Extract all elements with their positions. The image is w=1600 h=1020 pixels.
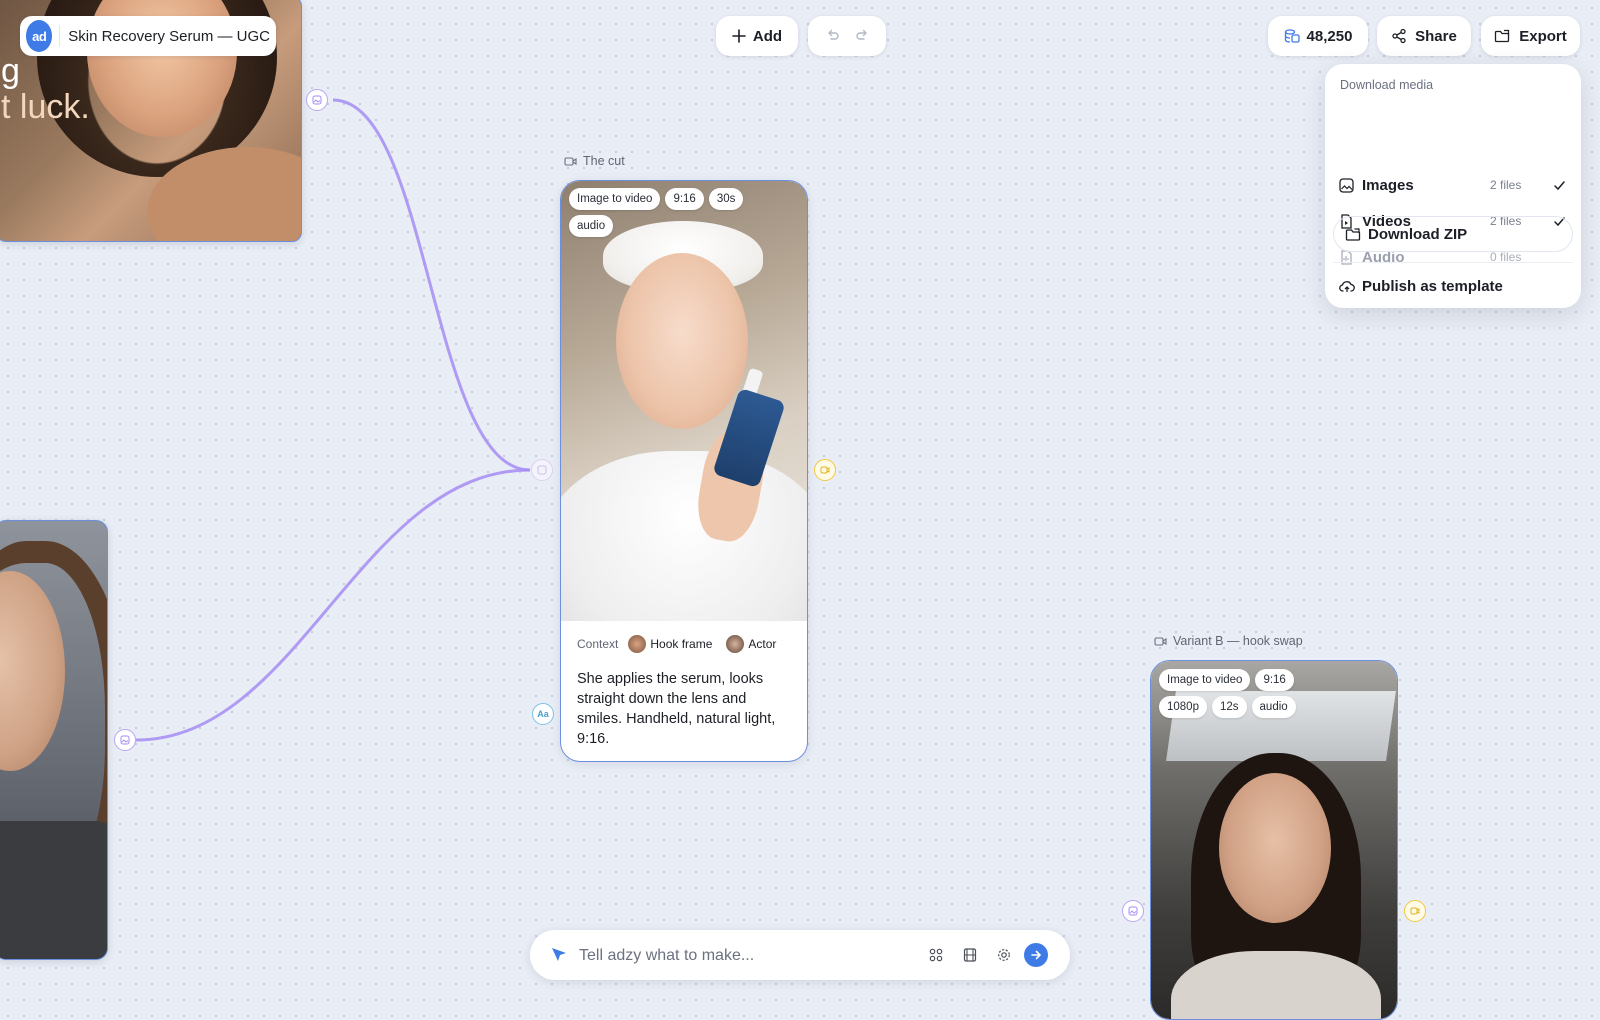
settings-button[interactable] (996, 947, 1012, 963)
share-button[interactable]: Share (1377, 16, 1471, 56)
folder-export-icon (1495, 29, 1510, 43)
image-input-handle[interactable] (1122, 900, 1144, 922)
node-label-the-cut: The cut (564, 154, 625, 168)
tag: 9:16 (665, 188, 704, 210)
chip-label: Actor (748, 637, 777, 651)
prompt-bar (530, 930, 1070, 980)
image-icon (120, 735, 130, 745)
image-node-actor[interactable] (0, 520, 108, 960)
video-output-handle[interactable] (814, 459, 836, 481)
cursor-pointer-icon (552, 948, 566, 961)
grid-icon (929, 948, 943, 962)
text-input-handle[interactable]: Aa (532, 703, 554, 725)
image-output-handle[interactable] (306, 89, 328, 111)
node-label-text: Variant B — hook swap (1173, 634, 1303, 648)
redo-icon (855, 29, 867, 40)
context-chip-hook-frame[interactable]: Hook frame (628, 635, 712, 653)
redo-button[interactable] (855, 28, 871, 44)
video-camera-icon (1154, 636, 1167, 646)
image-overlay-text-1: g (1, 52, 20, 90)
image-shirt (0, 821, 107, 959)
menu-item-label: Images (1362, 176, 1414, 194)
node-label-text: The cut (583, 154, 625, 168)
download-zip-button[interactable]: Download ZIP (1333, 216, 1573, 252)
app-logo: ad (26, 20, 53, 52)
download-zip-label: Download ZIP (1368, 225, 1468, 243)
image-icon (312, 95, 322, 105)
context-chip-actor[interactable]: Actor (726, 635, 776, 653)
film-icon (963, 948, 977, 962)
tag: 1080p (1159, 696, 1207, 718)
credits-badge[interactable]: 48,250 (1268, 16, 1368, 56)
preview-robe (561, 451, 807, 621)
film-button[interactable] (962, 947, 978, 963)
image-icon (1128, 906, 1138, 916)
tag: audio (1251, 696, 1296, 718)
context-label: Context (577, 637, 619, 651)
export-button[interactable]: Export (1481, 16, 1580, 56)
video-camera-icon (564, 156, 577, 166)
image-input-handle[interactable] (531, 459, 553, 481)
image-output-handle[interactable] (114, 729, 136, 751)
check-icon (1554, 180, 1565, 190)
video-icon (820, 466, 830, 474)
arrow-right-icon (1031, 950, 1042, 960)
file-count: 2 files (1490, 178, 1522, 192)
download-media-heading: Download media (1340, 78, 1434, 92)
gear-icon (998, 949, 1010, 961)
share-icon (1392, 28, 1406, 44)
undo-button[interactable] (824, 28, 840, 44)
video-node-variant-b[interactable]: Image to video 9:16 1080p 12s audio (1150, 660, 1398, 1020)
tag: 12s (1211, 696, 1247, 718)
video-icon (1410, 907, 1420, 915)
tag: 30s (708, 188, 744, 210)
image-icon (537, 465, 547, 475)
share-label: Share (1415, 27, 1457, 45)
tag-list: Image to video 9:16 30s audio (569, 188, 769, 237)
tag: 9:16 (1255, 669, 1294, 691)
tag-list: Image to video 9:16 1080p 12s audio (1159, 669, 1309, 718)
preview-face (616, 253, 748, 429)
menu-item-images[interactable]: Images 2 files (1325, 171, 1581, 199)
coins-icon (1284, 29, 1300, 43)
preview-coat (1171, 951, 1381, 1019)
export-label: Export (1519, 27, 1567, 45)
edge-image1-to-cut (332, 98, 531, 472)
video-preview: Image to video 9:16 30s audio (561, 181, 807, 621)
avatar (628, 635, 647, 653)
project-title: Skin Recovery Serum — UGC (68, 27, 270, 45)
node-prompt-text[interactable]: She applies the serum, looks straight do… (577, 669, 777, 749)
cloud-upload-icon (1339, 280, 1355, 292)
edge-image2-to-cut (135, 468, 531, 742)
avatar (726, 635, 745, 653)
project-pill[interactable]: ad Skin Recovery Serum — UGC (20, 16, 276, 56)
publish-template-button[interactable]: Publish as template (1325, 272, 1581, 300)
video-preview: Image to video 9:16 1080p 12s audio (1151, 661, 1397, 1019)
tag: Image to video (1159, 669, 1251, 691)
folder-icon (1345, 227, 1361, 241)
tag: audio (569, 215, 614, 237)
tag: Image to video (569, 188, 661, 210)
undo-icon (827, 29, 839, 40)
credits-value: 48,250 (1306, 27, 1353, 45)
node-label-variant-b: Variant B — hook swap (1154, 634, 1303, 648)
add-label: Add (752, 27, 783, 45)
add-button[interactable]: Add (716, 16, 798, 56)
undo-redo-group (808, 16, 886, 56)
video-node-the-cut[interactable]: Image to video 9:16 30s audio Context Ho… (560, 180, 808, 762)
image-icon (1339, 177, 1354, 193)
export-dropdown: Download media Images 2 files Videos 2 f… (1325, 64, 1581, 308)
grid-button[interactable] (928, 947, 944, 963)
image-overlay-text-2: t luck. (1, 88, 90, 126)
context-row: Context Hook frame Actor (577, 621, 776, 667)
preview-face (1219, 773, 1331, 923)
chip-label: Hook frame (650, 637, 713, 651)
send-button[interactable] (1024, 943, 1048, 967)
plus-icon (732, 29, 746, 43)
prompt-input[interactable] (577, 942, 901, 970)
divider (1333, 262, 1573, 263)
video-output-handle[interactable] (1404, 900, 1426, 922)
publish-label: Publish as template (1362, 277, 1503, 295)
divider (59, 25, 61, 47)
